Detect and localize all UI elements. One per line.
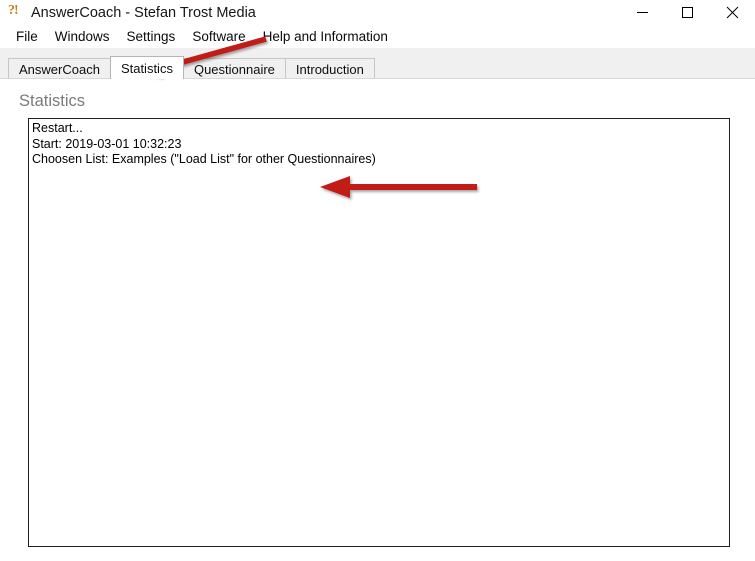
menu-item-help-and-information[interactable]: Help and Information (255, 27, 397, 46)
tab-introduction[interactable]: Introduction (284, 58, 375, 79)
menu-item-file[interactable]: File (8, 27, 47, 46)
window-controls (620, 0, 755, 25)
tab-questionnaire[interactable]: Questionnaire (182, 58, 286, 79)
menu-item-windows[interactable]: Windows (47, 27, 119, 46)
question-exclamation-icon: ?! (8, 2, 24, 21)
maximize-button[interactable] (665, 0, 710, 25)
menu-item-settings[interactable]: Settings (119, 27, 185, 46)
maximize-icon (682, 7, 693, 18)
app-icon-glyph: ?! (8, 2, 19, 18)
log-line: Start: 2019-03-01 10:32:23 (32, 136, 182, 151)
application-window: ?! AnswerCoach - Stefan Trost Media File… (0, 0, 755, 561)
tab-answercoach[interactable]: AnswerCoach (8, 58, 111, 79)
title-bar: ?! AnswerCoach - Stefan Trost Media (0, 0, 755, 25)
menu-bar: File Windows Settings Software Help and … (0, 25, 755, 47)
tab-statistics[interactable]: Statistics (109, 56, 184, 79)
page-title: Statistics (19, 92, 86, 110)
close-button[interactable] (710, 0, 755, 25)
tab-strip: AnswerCoach Statistics Questionnaire Int… (0, 48, 755, 79)
tab-list: AnswerCoach Statistics Questionnaire Int… (8, 56, 375, 79)
log-line: Restart... (32, 121, 83, 135)
log-line: Choosen List: Examples ("Load List" for … (32, 152, 376, 166)
window-title: AnswerCoach - Stefan Trost Media (31, 4, 256, 21)
menu-item-software[interactable]: Software (184, 27, 254, 46)
minimize-icon (637, 12, 648, 13)
statistics-page: Statistics Restart... Start: 2019-03-01 … (0, 79, 755, 561)
close-icon (726, 6, 739, 19)
statistics-log-panel[interactable]: Restart... Start: 2019-03-01 10:32:23 Ch… (28, 118, 730, 547)
statistics-log-lines: Restart... Start: 2019-03-01 10:32:23 Ch… (29, 119, 729, 168)
minimize-button[interactable] (620, 0, 665, 25)
